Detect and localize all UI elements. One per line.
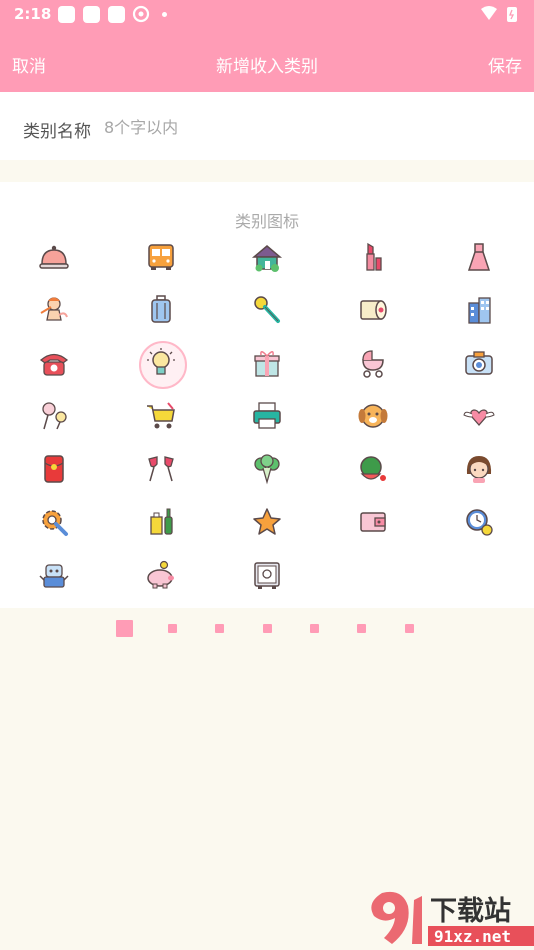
- notification-icon: [108, 6, 125, 23]
- page-dot[interactable]: [357, 624, 366, 633]
- page-dot[interactable]: [168, 624, 177, 633]
- lipstick-icon[interactable]: [346, 233, 400, 281]
- dog-icon[interactable]: [346, 392, 400, 440]
- red-envelope-icon[interactable]: [27, 445, 81, 493]
- telephone-icon[interactable]: [27, 339, 81, 387]
- microphone-icon[interactable]: [240, 286, 294, 334]
- winged-heart-icon[interactable]: [452, 392, 506, 440]
- robot-icon[interactable]: [27, 551, 81, 599]
- page-dot[interactable]: [310, 624, 319, 633]
- clock-coin-icon[interactable]: [452, 498, 506, 546]
- watermark-logo: 下载站 91xz.net: [371, 891, 534, 946]
- cloche-icon[interactable]: [27, 233, 81, 281]
- camera-icon[interactable]: [452, 339, 506, 387]
- bus-icon[interactable]: [134, 233, 188, 281]
- icon-page-indicator: [0, 620, 534, 637]
- page-title: 新增收入类别: [216, 57, 318, 77]
- icon-section-title: 类别图标: [234, 212, 299, 231]
- star-icon[interactable]: [240, 498, 294, 546]
- svg-text:下载站: 下载站: [430, 896, 511, 927]
- page-dot[interactable]: [405, 624, 414, 633]
- gear-wrench-icon[interactable]: [27, 498, 81, 546]
- category-name-input[interactable]: [104, 114, 504, 140]
- wallet-icon[interactable]: [346, 498, 400, 546]
- dress-icon[interactable]: [452, 233, 506, 281]
- gift-icon[interactable]: [240, 339, 294, 387]
- wifi-battery-icon: [481, 6, 517, 22]
- status-bar: 2:18: [0, 0, 534, 28]
- icon-panel: 类别图标: [0, 182, 534, 608]
- category-name-row: 类别名称: [0, 92, 534, 160]
- page-dot-active[interactable]: [116, 620, 133, 637]
- page-dot[interactable]: [215, 624, 224, 633]
- svg-text:91xz.net: 91xz.net: [434, 927, 511, 946]
- cupid-icon[interactable]: [27, 286, 81, 334]
- girl-icon[interactable]: [452, 445, 506, 493]
- save-button[interactable]: 保存: [488, 52, 522, 77]
- stroller-icon[interactable]: [346, 339, 400, 387]
- tape-icon[interactable]: [346, 286, 400, 334]
- watermelon-icon[interactable]: [346, 445, 400, 493]
- building-icon[interactable]: [452, 286, 506, 334]
- lightbulb-icon[interactable]: [134, 339, 188, 389]
- printer-icon[interactable]: [240, 392, 294, 440]
- shopping-cart-icon[interactable]: [134, 392, 188, 440]
- more-notifications-icon: [162, 12, 167, 17]
- safe-icon[interactable]: [240, 551, 294, 599]
- category-name-label: 类别名称: [23, 122, 91, 142]
- page-dot[interactable]: [263, 624, 272, 633]
- candy-icon[interactable]: [27, 392, 81, 440]
- notification-icon: [58, 6, 75, 23]
- status-time: 2:18: [14, 5, 52, 23]
- drinks-icon[interactable]: [134, 498, 188, 546]
- piggy-bank-icon[interactable]: [134, 551, 188, 599]
- notification-icon: [83, 6, 100, 23]
- suitcase-icon[interactable]: [134, 286, 188, 334]
- wine-glasses-icon[interactable]: [134, 445, 188, 493]
- nav-bar: 取消 新增收入类别 保存: [0, 28, 534, 92]
- vegetable-icon[interactable]: [240, 445, 294, 493]
- house-icon[interactable]: [240, 233, 294, 281]
- sync-icon: [132, 5, 150, 23]
